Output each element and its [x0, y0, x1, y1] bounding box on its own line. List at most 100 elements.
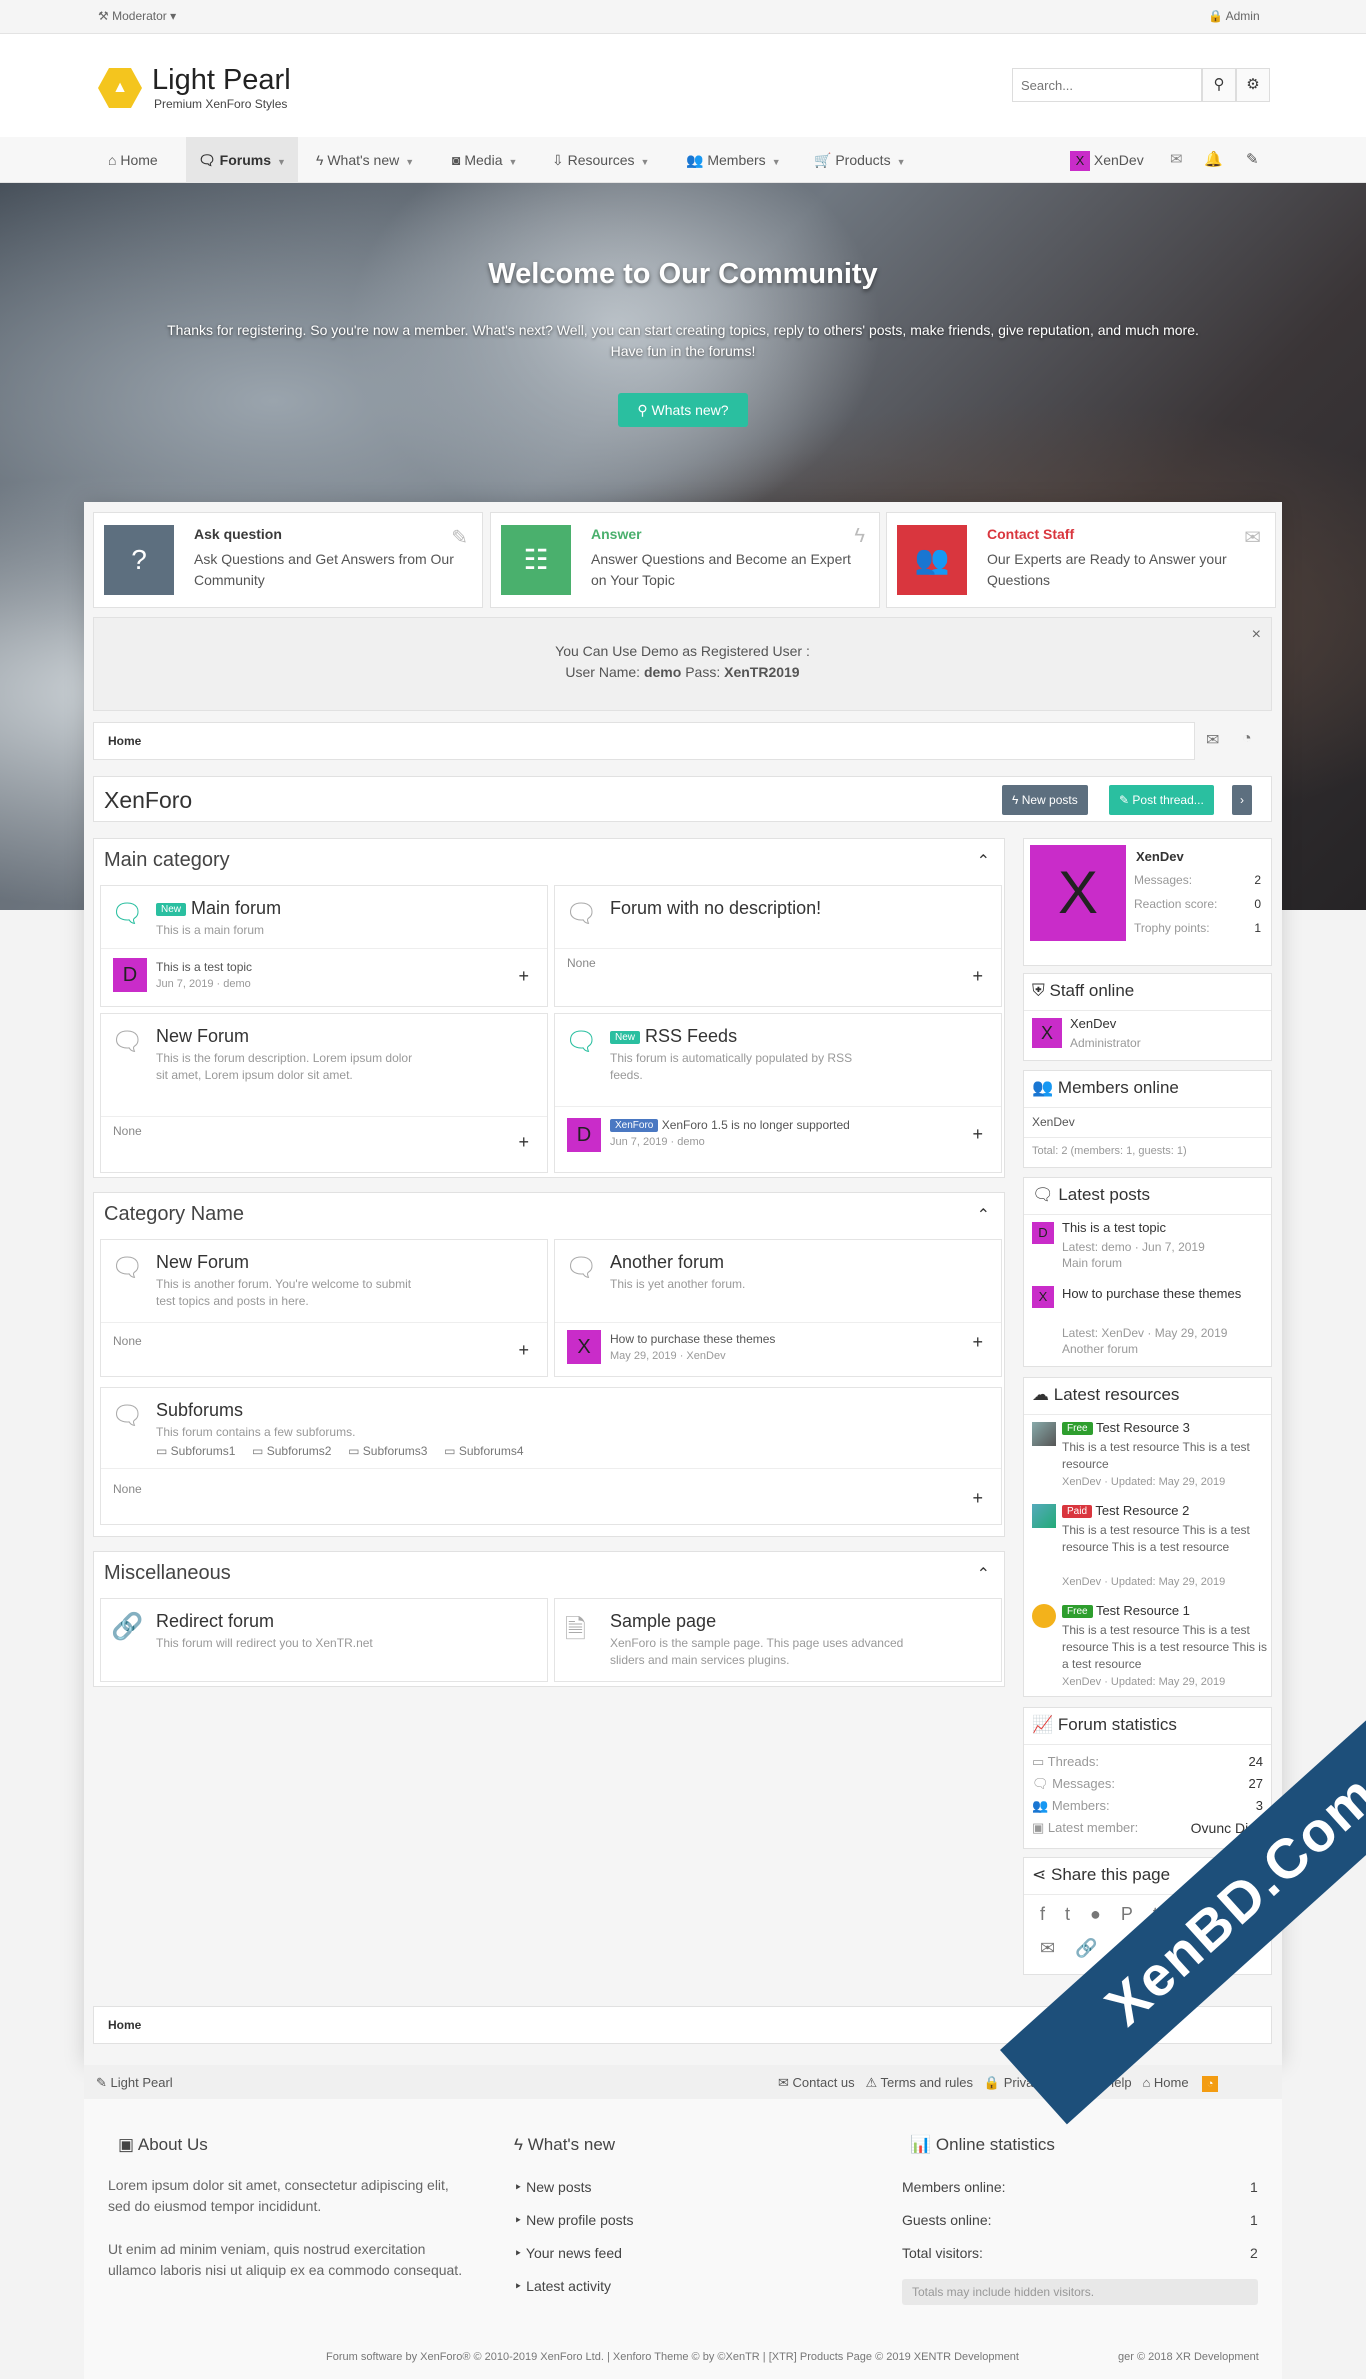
last-post-title[interactable]: This is a test topic	[156, 960, 252, 974]
node-title[interactable]: Forum with no description!	[610, 898, 821, 919]
latest-post-forum[interactable]: Another forum	[1062, 1342, 1138, 1356]
node-title[interactable]: New Forum	[156, 1026, 249, 1047]
node-title[interactable]: New RSS Feeds	[610, 1026, 737, 1047]
node-redirect-forum[interactable]: 🔗 Redirect forum This forum will redirec…	[100, 1598, 548, 1682]
chevron-up-icon[interactable]: ⌃	[977, 1564, 990, 1584]
profile-name[interactable]: XenDev	[1136, 849, 1184, 864]
search-button[interactable]: ⚲	[1202, 68, 1236, 102]
avatar[interactable]: D	[567, 1118, 601, 1152]
last-post-title[interactable]: How to purchase these themes	[610, 1332, 775, 1346]
close-icon[interactable]: ×	[1252, 624, 1261, 645]
subforum-link[interactable]: ▭ Subforums3	[348, 1444, 427, 1458]
nav-resources[interactable]: ⇩ Resources ▼	[552, 137, 649, 183]
category-title[interactable]: Category Name	[104, 1203, 244, 1226]
nav-members[interactable]: 👥 Members ▼	[686, 137, 781, 183]
moderator-menu[interactable]: ⚒ Moderator ▾	[98, 9, 176, 23]
footer-link-latest-activity[interactable]: ‣ Latest activity	[514, 2278, 611, 2295]
expand-icon[interactable]: +	[972, 1332, 983, 1353]
category-title[interactable]: Miscellaneous	[104, 1562, 231, 1585]
resource-icon[interactable]	[1032, 1422, 1056, 1446]
rss-icon[interactable]: ◔	[1242, 730, 1252, 748]
account-menu[interactable]: X XenDev	[1070, 137, 1144, 183]
footer-link-new-posts[interactable]: ‣ New posts	[514, 2179, 592, 2196]
feature-answer[interactable]: ☷ Answer Answer Questions and Become an …	[490, 512, 880, 608]
post-thread-button[interactable]: ✎ Post thread...	[1109, 785, 1214, 815]
latest-post-title[interactable]: This is a test topic	[1062, 1220, 1166, 1235]
feature-ask-question[interactable]: ? Ask question Ask Questions and Get Ans…	[93, 512, 483, 608]
twitter-icon[interactable]: t	[1065, 1904, 1090, 1924]
staff-name[interactable]: XenDev	[1070, 1016, 1116, 1031]
nav-products[interactable]: 🛒 Products ▼	[814, 137, 906, 183]
node-main-forum[interactable]: 🗨 New Main forum This is a main forum D …	[100, 885, 548, 1007]
subforum-link[interactable]: ▭ Subforums1	[156, 1444, 235, 1458]
feature-contact-staff[interactable]: 👥 Contact Staff Our Experts are Ready to…	[886, 512, 1276, 608]
expand-icon[interactable]: +	[518, 1340, 529, 1361]
category-title[interactable]: Main category	[104, 849, 230, 872]
new-posts-button[interactable]: ϟ New posts	[1002, 785, 1088, 815]
avatar[interactable]: D	[113, 958, 147, 992]
expand-icon[interactable]: +	[518, 1132, 529, 1153]
resource-title[interactable]: Free Test Resource 3	[1062, 1420, 1190, 1436]
search-options-button[interactable]: ⚙	[1236, 68, 1270, 102]
footer-link-news-feed[interactable]: ‣ Your news feed	[514, 2245, 622, 2262]
rss-icon[interactable]: ◔	[1202, 2076, 1219, 2092]
email-icon[interactable]: ✉	[1040, 1938, 1075, 1958]
footer-link-home[interactable]: ⌂ Home	[1142, 2075, 1188, 2090]
node-title[interactable]: New Main forum	[156, 898, 281, 919]
latest-post-title[interactable]: How to purchase these themes	[1062, 1284, 1262, 1304]
avatar[interactable]: X	[567, 1330, 601, 1364]
resource-icon[interactable]	[1032, 1504, 1056, 1528]
node-rss-feeds[interactable]: 🗨 New RSS Feeds This forum is automatica…	[554, 1013, 1002, 1173]
logo[interactable]: ▲ Light Pearl Premium XenForo Styles	[98, 64, 338, 111]
node-title[interactable]: New Forum	[156, 1252, 249, 1273]
style-chooser[interactable]: ✎ Light Pearl	[96, 2075, 173, 2091]
breadcrumb-home[interactable]: Home	[108, 734, 141, 748]
resource-title[interactable]: Paid Test Resource 2	[1062, 1503, 1189, 1519]
whats-new-button[interactable]: ⚲ Whats new?	[618, 393, 748, 427]
admin-link[interactable]: 🔒 Admin	[1208, 9, 1260, 23]
node-sample-page[interactable]: 🗎 Sample page XenForo is the sample page…	[554, 1598, 1002, 1682]
breadcrumb-home[interactable]: Home	[108, 2018, 141, 2032]
expand-icon[interactable]: +	[518, 966, 529, 987]
latest-post-forum[interactable]: Main forum	[1062, 1256, 1122, 1270]
subforum-link[interactable]: ▭ Subforums4	[444, 1444, 523, 1458]
pencil-icon[interactable]: ✎	[1246, 137, 1259, 183]
node-no-description[interactable]: 🗨 Forum with no description! None +	[554, 885, 1002, 1007]
footer-link-contact[interactable]: ✉ Contact us	[778, 2075, 855, 2090]
facebook-icon[interactable]: f	[1040, 1904, 1065, 1924]
avatar[interactable]: X	[1032, 1286, 1054, 1308]
inbox-icon[interactable]: ✉	[1170, 137, 1183, 183]
node-title[interactable]: Sample page	[610, 1611, 716, 1632]
expand-icon[interactable]: +	[972, 1124, 983, 1145]
subforum-link[interactable]: ▭ Subforums2	[252, 1444, 331, 1458]
envelope-icon[interactable]: ✉	[1206, 730, 1219, 750]
chevron-up-icon[interactable]: ⌃	[977, 851, 990, 871]
footer-link-terms[interactable]: ⚠ Terms and rules	[866, 2075, 974, 2090]
nav-media[interactable]: ◙ Media ▼	[452, 137, 517, 183]
bell-icon[interactable]: 🔔	[1204, 137, 1223, 183]
node-new-forum[interactable]: 🗨 New Forum This is the forum descriptio…	[100, 1013, 548, 1173]
chevron-up-icon[interactable]: ⌃	[977, 1205, 990, 1225]
resource-title[interactable]: Free Test Resource 1	[1062, 1603, 1190, 1619]
nav-whats-new[interactable]: ϟ What's new ▼	[316, 137, 414, 183]
node-subforums[interactable]: 🗨 Subforums This forum contains a few su…	[100, 1387, 1002, 1525]
avatar[interactable]: D	[1032, 1222, 1054, 1244]
node-another-forum[interactable]: 🗨 Another forum This is yet another foru…	[554, 1239, 1002, 1377]
footer-link-new-profile-posts[interactable]: ‣ New profile posts	[514, 2212, 634, 2229]
nav-home[interactable]: ⌂ Home	[106, 137, 160, 183]
reddit-icon[interactable]: ●	[1090, 1904, 1121, 1924]
expand-icon[interactable]: +	[972, 1488, 983, 1509]
node-new-forum-2[interactable]: 🗨 New Forum This is another forum. You'r…	[100, 1239, 548, 1377]
nav-forums[interactable]: 🗨 Forums ▼	[186, 137, 298, 183]
expand-icon[interactable]: +	[972, 966, 983, 987]
last-post-title[interactable]: XenForo XenForo 1.5 is no longer support…	[610, 1118, 850, 1133]
avatar[interactable]: X	[1030, 845, 1126, 941]
node-title[interactable]: Another forum	[610, 1252, 724, 1273]
resource-icon[interactable]	[1032, 1604, 1056, 1628]
search-input[interactable]	[1012, 68, 1202, 102]
node-title[interactable]: Redirect forum	[156, 1611, 274, 1632]
online-member[interactable]: XenDev	[1032, 1115, 1075, 1129]
avatar[interactable]: X	[1032, 1018, 1062, 1048]
more-button[interactable]: ›	[1232, 785, 1252, 815]
node-title[interactable]: Subforums	[156, 1400, 243, 1421]
